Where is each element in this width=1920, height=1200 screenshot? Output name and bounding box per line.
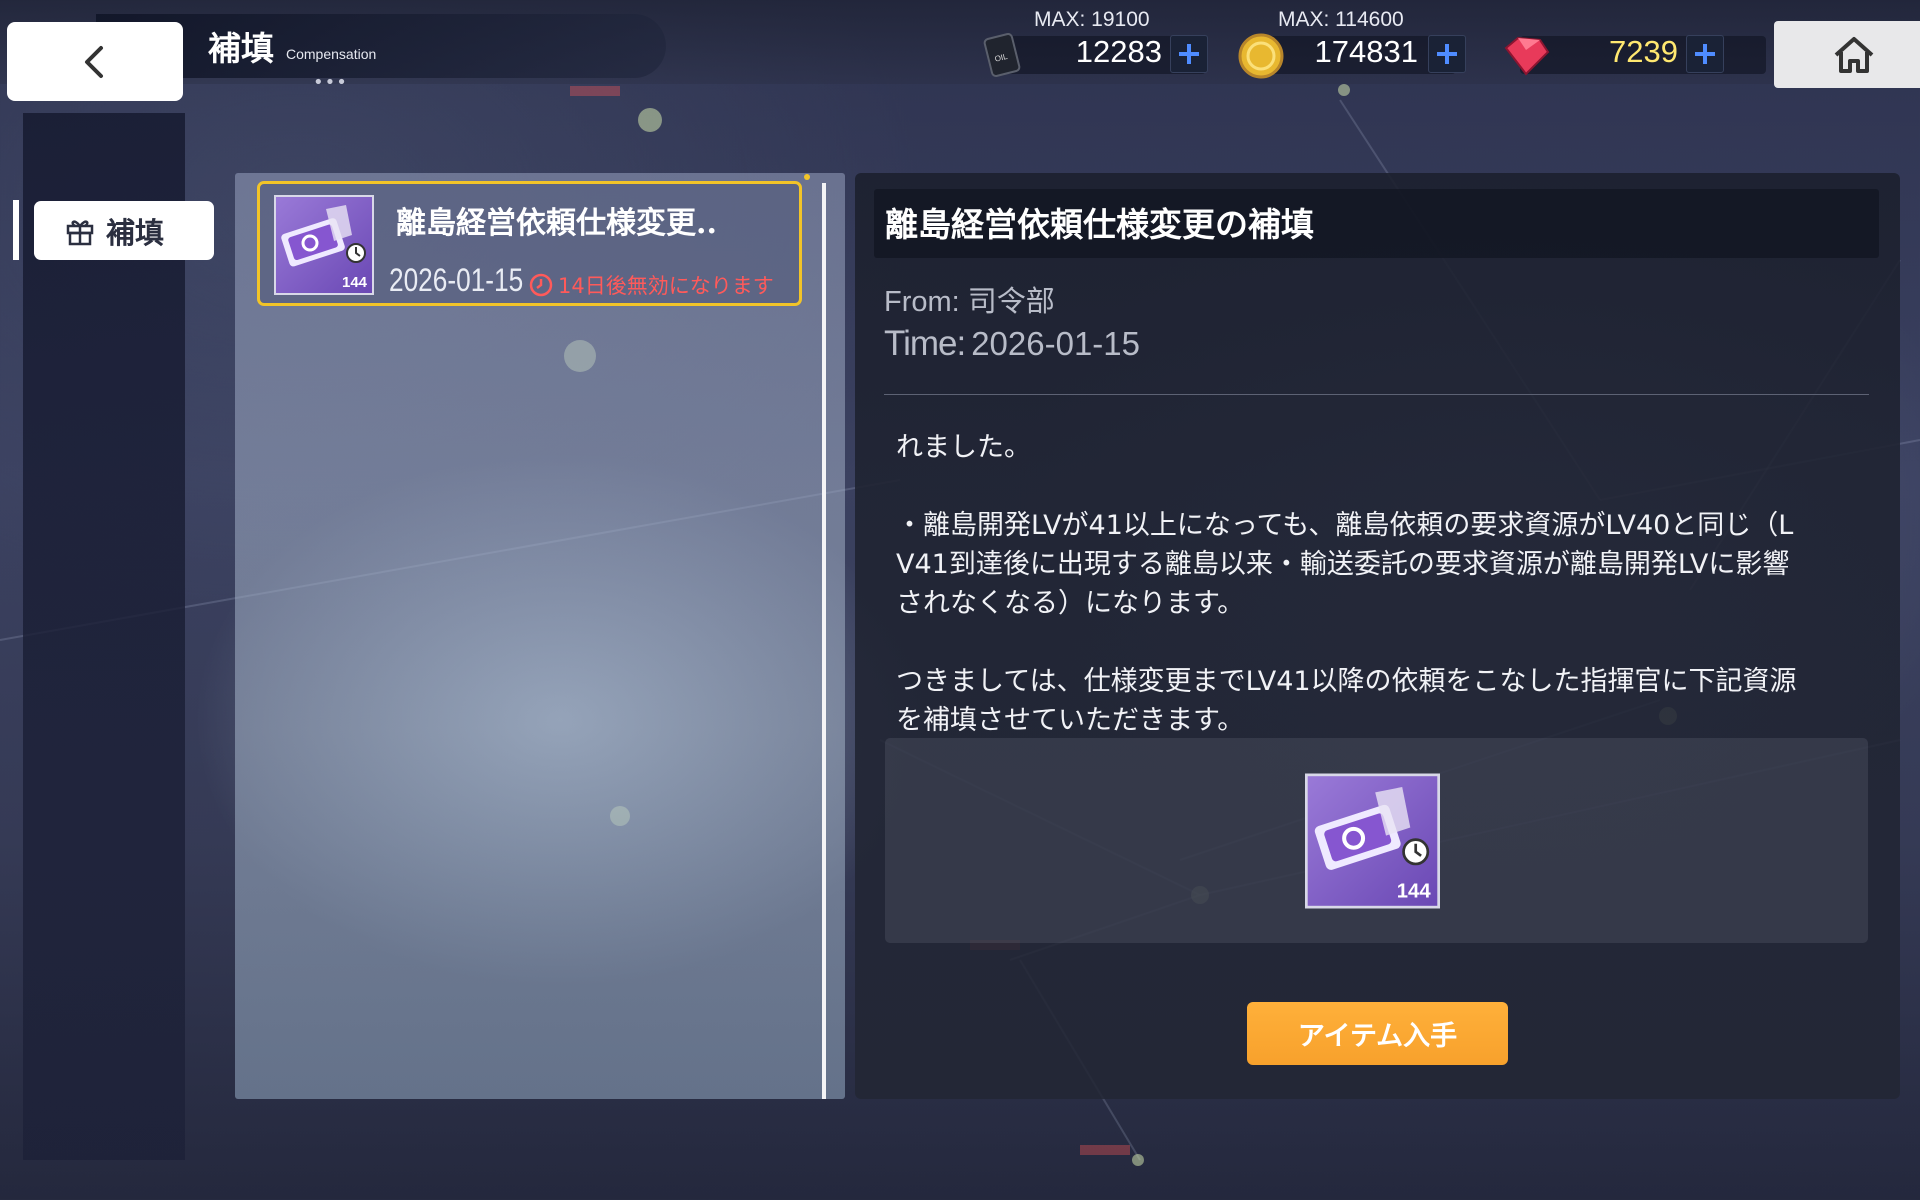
plus-icon <box>1695 44 1715 64</box>
category-active-indicator <box>13 200 19 260</box>
mail-item-title: 離島経営依頼仕様変更.. <box>396 206 717 241</box>
oil-plus-button[interactable] <box>1170 35 1208 73</box>
home-button[interactable] <box>1774 21 1920 88</box>
mail-item-date: 2026-01-15 <box>389 262 524 298</box>
claim-items-button[interactable]: アイテム入手 <box>1247 1002 1508 1065</box>
ticket-item-icon: 144 <box>274 195 374 295</box>
coin-value: 174831 <box>1314 34 1418 69</box>
sparkle-icon <box>804 174 810 180</box>
mail-time: Time: 2026-01-15 <box>884 324 1140 364</box>
reward-count: 144 <box>1397 881 1432 903</box>
mail-item-expiry: 14日後無効になります <box>528 270 774 300</box>
plus-icon <box>1437 44 1457 64</box>
coin-plus-button[interactable] <box>1428 35 1466 73</box>
detail-divider <box>884 394 1869 395</box>
category-sidebar <box>23 113 185 1160</box>
red-gem-icon <box>1504 36 1550 76</box>
mail-body-paragraph: ・離島開発LVが41以上になっても、離島依頼の要求資源がLV40と同じ（L V4… <box>896 510 1794 619</box>
gold-coin-icon <box>1238 33 1284 79</box>
gift-icon <box>66 219 94 245</box>
mail-body-gap <box>896 623 1856 662</box>
mail-list-scrollbar[interactable] <box>822 183 826 1099</box>
page-subtitle: Compensation <box>286 46 377 62</box>
mail-time-value: 2026-01-15 <box>971 325 1141 362</box>
mail-body-paragraph: れました。 <box>896 432 1031 463</box>
title-dots: ••• <box>313 72 348 93</box>
reward-ticket-icon[interactable]: 144 <box>1305 773 1440 909</box>
oil-max: MAX: 19100 <box>1034 8 1150 31</box>
page-title: 補填 <box>208 29 274 68</box>
mail-detail-title: 離島経営依頼仕様変更の補填 <box>885 205 1314 244</box>
mail-body[interactable]: れました。 ・離島開発LVが41以上になっても、離島依頼の要求資源がLV40と同… <box>896 428 1856 740</box>
coin-max: MAX: 114600 <box>1278 8 1404 31</box>
mail-sender: From: 司令部 <box>884 286 1055 318</box>
mail-item-expiry-text: 14日後無効になります <box>558 274 774 298</box>
back-button[interactable] <box>7 22 183 101</box>
claim-items-label: アイテム入手 <box>1297 1021 1458 1052</box>
plus-icon <box>1179 44 1199 64</box>
mail-list-panel <box>235 173 845 1099</box>
gem-plus-button[interactable] <box>1686 35 1724 73</box>
mail-time-label: Time: <box>884 324 966 363</box>
oil-value: 12283 <box>1075 34 1162 69</box>
timer-icon <box>529 273 553 297</box>
home-icon <box>1834 36 1874 73</box>
mail-body-gap <box>896 467 1856 506</box>
mail-body-paragraph: つきましては、仕様変更までLV41以降の依頼をこなした指揮官に下記資源 を補填さ… <box>896 666 1797 736</box>
gem-value: 7239 <box>1609 34 1678 69</box>
sidebar-item-compensation[interactable]: 補填 <box>34 201 214 260</box>
ticket-count: 144 <box>342 274 368 291</box>
oil-barrel-icon: OIL <box>983 33 1021 77</box>
chevron-left-icon <box>85 45 103 78</box>
sidebar-item-label: 補填 <box>106 215 165 250</box>
